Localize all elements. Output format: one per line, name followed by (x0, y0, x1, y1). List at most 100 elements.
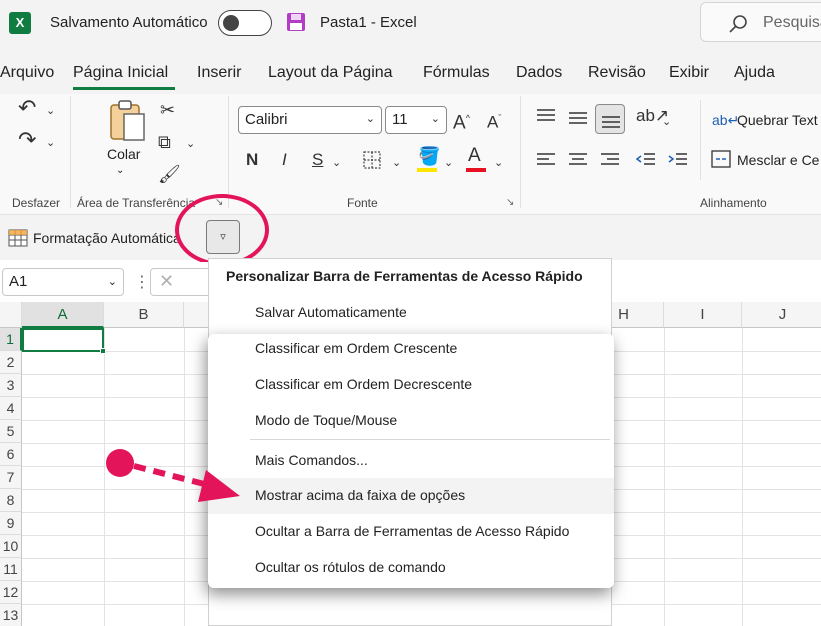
ribbon-tabs: Arquivo Página Inicial Inserir Layout da… (0, 46, 821, 90)
menu-item-hide-command-labels[interactable]: Ocultar os rótulos de comando (208, 550, 614, 586)
row-header[interactable]: 5 (0, 420, 22, 443)
column-header[interactable]: I (664, 302, 742, 328)
group-divider (70, 96, 71, 208)
menu-item-hide-qat[interactable]: Ocultar a Barra de Ferramentas de Acesso… (208, 514, 614, 550)
select-all-corner[interactable] (0, 302, 22, 328)
undo-icon[interactable]: ↶ (18, 97, 36, 119)
menu-item-autosave[interactable]: Salvar Automaticamente (255, 304, 407, 320)
decrease-font-icon[interactable]: Aˇ (487, 108, 501, 133)
autoformat-button[interactable]: Formatação Automática (33, 230, 181, 246)
name-box[interactable]: A1 ⌄ (2, 268, 124, 296)
font-color-chevron-icon[interactable]: ⌄ (494, 153, 503, 173)
grid-line (664, 328, 665, 626)
redo-chevron-icon[interactable]: ⌄ (46, 133, 55, 153)
chevron-down-icon: ⌄ (107, 276, 117, 288)
font-name-dropdown[interactable]: Calibri ⌄ (238, 106, 382, 134)
row-header[interactable]: 10 (0, 535, 22, 558)
column-header[interactable]: B (104, 302, 184, 328)
row-header[interactable]: 3 (0, 374, 22, 397)
row-header[interactable]: 9 (0, 512, 22, 535)
save-icon[interactable] (286, 12, 306, 32)
increase-indent-icon[interactable] (668, 152, 688, 168)
wrap-text-label[interactable]: Quebrar Text (737, 112, 818, 128)
borders-chevron-icon[interactable]: ⌄ (392, 153, 401, 173)
tab-pagina-inicial[interactable]: Página Inicial (73, 64, 168, 82)
alignment-group-label: Alinhamento (700, 196, 767, 210)
decrease-indent-icon[interactable] (636, 152, 656, 168)
merge-center-label[interactable]: Mesclar e Ce (737, 152, 819, 168)
paste-chevron-icon[interactable]: ⌄ (116, 165, 124, 176)
tab-layout-da-pagina[interactable]: Layout da Página (268, 64, 393, 82)
active-cell[interactable] (22, 328, 106, 354)
search-box[interactable]: Pesquisa (700, 2, 821, 42)
menu-item-sort-descending[interactable]: Classificar em Ordem Decrescente (208, 367, 614, 403)
annotation-arrow-icon (106, 449, 240, 502)
tab-ajuda[interactable]: Ajuda (734, 64, 775, 82)
row-header[interactable]: 8 (0, 489, 22, 512)
column-header[interactable]: A (22, 302, 104, 328)
format-painter-icon[interactable]: 🖌 (158, 164, 181, 184)
name-box-value: A1 (9, 273, 28, 290)
bold-button[interactable]: N (246, 150, 258, 170)
align-left-icon[interactable] (536, 152, 556, 168)
fill-color-swatch (417, 168, 437, 172)
fill-color-icon[interactable]: 🪣 (418, 146, 440, 166)
excel-logo-icon: X (9, 12, 31, 34)
paste-icon[interactable] (108, 100, 148, 142)
font-launcher-icon[interactable]: ↘ (506, 197, 514, 208)
align-middle-icon[interactable] (568, 110, 588, 126)
autoformat-icon[interactable] (8, 229, 28, 247)
tab-dados[interactable]: Dados (516, 64, 562, 82)
align-center-icon[interactable] (568, 152, 588, 168)
font-size-value: 11 (392, 111, 408, 128)
fill-color-chevron-icon[interactable]: ⌄ (444, 153, 453, 173)
menu-item-show-above-ribbon[interactable]: Mostrar acima da faixa de opções (208, 478, 614, 514)
row-header[interactable]: 13 (0, 604, 22, 626)
menu-item-touch-mode[interactable]: Modo de Toque/Mouse (208, 403, 614, 439)
align-bottom-button[interactable] (595, 104, 625, 134)
increase-font-icon[interactable]: A^ (453, 108, 470, 133)
copy-chevron-icon[interactable]: ⌄ (186, 134, 195, 154)
copy-icon[interactable]: ⧉ (158, 132, 171, 152)
row-header[interactable]: 6 (0, 443, 22, 466)
row-header[interactable]: 2 (0, 351, 22, 374)
tab-exibir[interactable]: Exibir (669, 64, 709, 82)
quick-access-toolbar: Formatação Automática ▿ (0, 214, 821, 260)
tab-formulas[interactable]: Fórmulas (423, 64, 490, 82)
underline-chevron-icon[interactable]: ⌄ (332, 153, 341, 173)
align-top-icon[interactable] (536, 108, 556, 124)
tab-revisao[interactable]: Revisão (588, 64, 646, 82)
menu-header: Personalizar Barra de Ferramentas de Ace… (226, 268, 583, 284)
fill-handle[interactable] (100, 348, 106, 354)
font-group-label: Fonte (347, 196, 378, 210)
underline-button[interactable]: S (312, 150, 323, 170)
font-color-icon[interactable]: A (468, 146, 481, 166)
row-header[interactable]: 1 (0, 328, 22, 351)
menu-item-more-commands[interactable]: Mais Comandos... (208, 443, 614, 479)
row-header[interactable]: 11 (0, 558, 22, 581)
cancel-icon[interactable]: ✕ (159, 271, 174, 292)
more-options-icon[interactable]: ⋮ (134, 272, 150, 292)
undo-chevron-icon[interactable]: ⌄ (46, 101, 55, 121)
column-header[interactable]: J (742, 302, 821, 328)
row-header[interactable]: 12 (0, 581, 22, 604)
row-header[interactable]: 7 (0, 466, 22, 489)
wrap-text-icon[interactable]: ab↵ (712, 110, 739, 130)
tab-inserir[interactable]: Inserir (197, 64, 241, 82)
paste-label[interactable]: Colar (107, 146, 140, 162)
row-header[interactable]: 4 (0, 397, 22, 420)
italic-button[interactable]: I (282, 150, 287, 170)
redo-icon[interactable]: ↷ (18, 129, 36, 151)
tab-arquivo[interactable]: Arquivo (0, 64, 54, 82)
menu-item-sort-ascending[interactable]: Classificar em Ordem Crescente (208, 331, 614, 367)
cut-icon[interactable]: ✂ (160, 100, 175, 120)
orientation-chevron-icon[interactable]: ⌄ (662, 112, 671, 132)
borders-icon[interactable] (362, 150, 382, 170)
align-right-icon[interactable] (600, 152, 620, 168)
qat-customize-menu-items: Classificar em Ordem Crescente Classific… (208, 334, 614, 588)
align-bottom-icon (602, 116, 620, 128)
font-size-dropdown[interactable]: 11 ⌄ (385, 106, 447, 134)
menu-divider (250, 439, 610, 440)
autosave-toggle[interactable] (218, 10, 272, 36)
merge-center-icon[interactable] (711, 150, 731, 168)
